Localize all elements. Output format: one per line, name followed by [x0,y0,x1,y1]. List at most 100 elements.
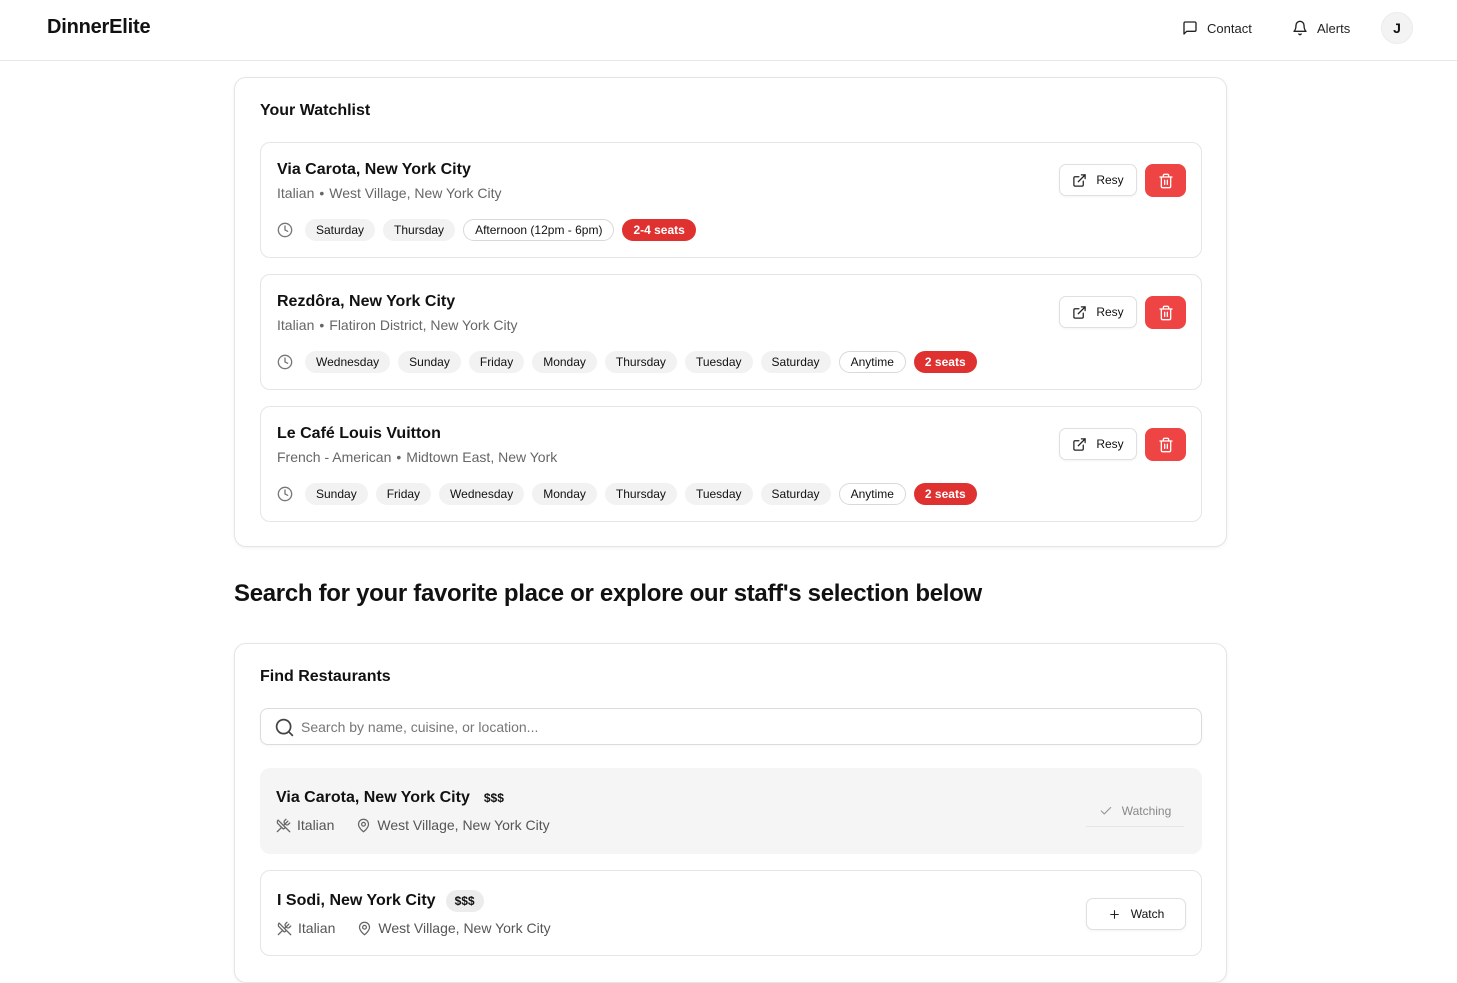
price-badge: $$$ [445,890,484,912]
time-chip: Afternoon (12pm - 6pm) [463,219,615,241]
alerts-label: Alerts [1317,20,1351,36]
trash-icon [1158,305,1173,320]
cuisine-text: Italian [297,817,335,833]
day-chip: Tuesday [684,351,753,373]
cuisine-text: Italian [298,920,336,936]
watchlist-card: Via Carota, New York City Italian • West V… [260,142,1202,258]
clock-icon [277,354,293,370]
restaurant-result[interactable]: I Sodi, New York City $$$ Italian West V… [260,870,1202,956]
location-text: West Village, New York City [378,920,551,936]
restaurant-result[interactable]: Via Carota, New York City $$$ Italian We… [260,768,1202,854]
day-chip: Monday [532,483,597,505]
resy-label: Resy [1096,305,1124,319]
schedule-chips: Wednesday Sunday Friday Monday Thursday … [277,351,977,373]
seats-badge: 2-4 seats [622,219,696,241]
day-chip: Tuesday [684,483,753,505]
watch-button[interactable]: Watch [1086,898,1186,930]
bell-icon [1293,20,1307,36]
schedule-chips: Sunday Friday Wednesday Monday Thursday … [277,483,977,505]
utensils-crossed-icon [277,921,292,935]
restaurant-name: Via Carota, New York City [277,161,471,178]
find-restaurants-panel: Find Restaurants Via Carota, New York Ci… [234,643,1227,983]
result-title-row: Via Carota, New York City $$$ [276,787,508,809]
day-chip: Saturday [760,351,831,373]
cuisine-text: Italian [277,317,315,333]
time-chip: Anytime [838,483,906,505]
schedule-chips: Saturday Thursday Afternoon (12pm - 6pm)… [277,219,696,241]
external-link-icon [1073,173,1087,187]
clock-icon [277,222,293,238]
restaurant-name: Le Café Louis Vuitton [277,425,441,442]
location-text: Midtown East, New York [406,449,558,465]
external-link-icon [1073,305,1087,319]
day-chip: Thursday [604,483,677,505]
resy-button[interactable]: Resy [1059,164,1137,196]
plus-icon [1109,909,1119,919]
restaurant-name: Via Carota, New York City [276,789,470,806]
alerts-button[interactable]: Alerts [1292,14,1350,42]
separator-dot: • [319,185,325,201]
separator-dot: • [319,317,325,333]
separator-dot: • [396,449,402,465]
restaurant-details: Italian • Flatiron District, New York City [277,317,518,333]
watchlist-card: Le Café Louis Vuitton French - American •… [260,406,1202,522]
search-box [260,708,1202,745]
watching-status: Watching [1086,795,1184,827]
check-icon [1100,806,1111,814]
map-pin-icon [358,818,370,832]
result-title-row: I Sodi, New York City $$$ [277,890,484,912]
resy-button[interactable]: Resy [1059,296,1137,328]
day-chip: Sunday [305,483,368,505]
day-chip: Thursday [383,219,456,241]
external-link-icon [1073,437,1087,451]
explore-heading: Search for your favorite place or explor… [234,580,982,607]
message-icon [1183,21,1197,35]
cuisine-text: French - American [277,449,392,465]
day-chip: Thursday [604,351,677,373]
restaurant-details: French - American • Midtown East, New York [277,449,557,465]
day-chip: Saturday [305,219,376,241]
seats-badge: 2 seats [913,351,977,373]
day-chip: Friday [375,483,432,505]
seats-badge: 2 seats [913,483,977,505]
restaurant-name: I Sodi, New York City [277,892,436,909]
brand-logo[interactable]: DinnerElite [47,16,151,39]
restaurant-details: Italian • West Village, New York City [277,185,502,201]
delete-button[interactable] [1145,296,1186,329]
watchlist-title: Your Watchlist [260,102,371,119]
delete-button[interactable] [1145,428,1186,461]
user-avatar[interactable]: J [1381,12,1413,44]
top-bar: DinnerElite Contact Alerts J [0,0,1457,61]
utensils-crossed-icon [276,818,291,832]
search-input[interactable] [301,709,1191,744]
location-text: West Village, New York City [329,185,502,201]
clock-icon [277,486,293,502]
result-meta: Italian West Village, New York City [277,920,551,936]
day-chip: Wednesday [305,351,391,373]
trash-icon [1158,437,1173,452]
watch-label: Watch [1130,907,1165,921]
location-text: Flatiron District, New York City [329,317,518,333]
contact-label: Contact [1207,20,1252,36]
resy-button[interactable]: Resy [1059,428,1137,460]
trash-icon [1158,173,1173,188]
watching-label: Watching [1121,803,1172,818]
cuisine-text: Italian [277,185,315,201]
day-chip: Friday [468,351,525,373]
map-pin-icon [359,921,371,935]
watchlist-panel: Your Watchlist Via Carota, New York City… [234,77,1227,547]
search-icon [275,718,294,737]
result-meta: Italian West Village, New York City [276,817,550,833]
resy-label: Resy [1096,173,1124,187]
day-chip: Wednesday [439,483,525,505]
day-chip: Monday [532,351,597,373]
delete-button[interactable] [1145,164,1186,197]
day-chip: Saturday [760,483,831,505]
find-restaurants-title: Find Restaurants [260,668,391,685]
price-badge: $$$ [483,791,504,805]
restaurant-name: Rezdôra, New York City [277,293,456,310]
resy-label: Resy [1096,437,1124,451]
time-chip: Anytime [838,351,906,373]
contact-button[interactable]: Contact [1182,14,1252,42]
watchlist-card: Rezdôra, New York City Italian • Flatiron … [260,274,1202,390]
